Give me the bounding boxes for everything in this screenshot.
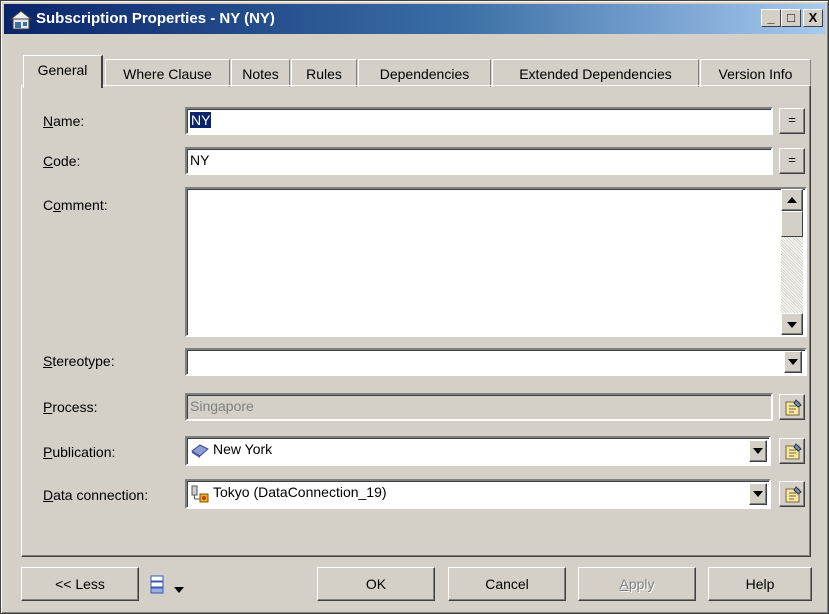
name-field[interactable]: NY [185,107,773,135]
data-connection-label: Data connection: [43,487,149,503]
publication-properties-button[interactable] [779,438,805,464]
process-label: Process: [43,399,98,415]
stereotype-combobox[interactable] [185,348,807,376]
data-connection-properties-button[interactable] [779,481,805,507]
maximize-button[interactable]: □ [781,9,801,27]
publication-combobox[interactable]: New York [185,436,771,466]
code-label: Code: [43,153,81,169]
tab-dependencies[interactable]: Dependencies [358,59,491,87]
scroll-down-button[interactable] [781,313,803,335]
arrow-up-icon [787,197,797,203]
process-properties-button[interactable] [779,394,805,420]
stereotype-label: Stereotype: [43,353,115,369]
scroll-thumb[interactable] [781,211,803,237]
properties-icon [785,443,802,460]
tab-version-info[interactable]: Version Info [700,59,811,87]
window-title: Subscription Properties - NY (NY) [36,10,275,27]
properties-window-icon [10,10,32,30]
tab-extended-dependencies[interactable]: Extended Dependencies [492,59,699,87]
properties-icon [785,399,802,416]
cancel-button[interactable]: Cancel [448,567,566,601]
list-menu-icon [150,575,164,594]
apply-button: Apply [578,567,696,601]
publication-label: Publication: [43,444,116,460]
subscription-properties-window: Subscription Properties - NY (NY) _ □ X … [0,0,829,614]
comment-textarea[interactable] [185,187,807,337]
name-equals-button[interactable]: = [779,108,805,134]
ok-button[interactable]: OK [317,567,435,601]
tab-where-clause[interactable]: Where Clause [105,59,230,87]
minimize-button[interactable]: _ [761,9,781,27]
chevron-down-icon [174,587,184,593]
menu-icon[interactable] [149,575,169,595]
properties-icon [785,486,802,503]
code-equals-button[interactable]: = [779,148,805,174]
code-field[interactable]: NY [185,147,773,175]
data-connection-icon [191,485,209,503]
tab-general[interactable]: General [23,55,103,88]
less-button[interactable]: << Less [21,567,139,601]
help-button[interactable]: Help [708,567,812,601]
data-connection-combobox[interactable]: Tokyo (DataConnection_19) [185,479,771,509]
process-field: Singapore [185,393,773,421]
menu-dropdown-arrow[interactable] [173,581,185,593]
close-button[interactable]: X [803,9,823,27]
tab-notes[interactable]: Notes [231,59,290,87]
publication-dropdown-button[interactable] [749,440,767,462]
arrow-down-icon [787,322,797,328]
stereotype-dropdown-button[interactable] [784,351,802,373]
tab-rules[interactable]: Rules [291,59,357,87]
chevron-down-icon [753,448,763,454]
title-bar[interactable]: Subscription Properties - NY (NY) _ □ X [4,4,825,34]
chevron-down-icon [753,491,763,497]
data-connection-dropdown-button[interactable] [749,483,767,505]
chevron-down-icon [788,359,798,365]
scroll-up-button[interactable] [781,189,803,211]
comment-label: Comment: [43,197,108,213]
name-label: Name: [43,113,85,129]
publication-book-icon [191,444,209,458]
